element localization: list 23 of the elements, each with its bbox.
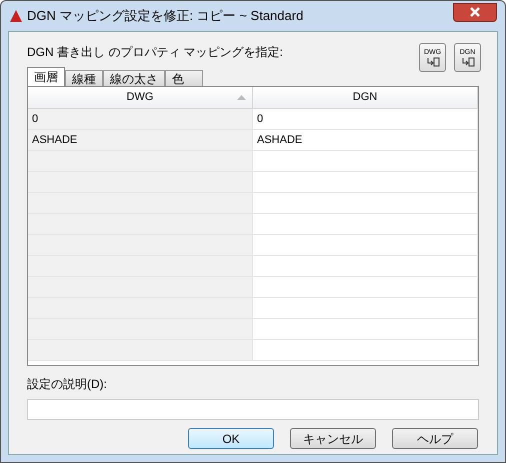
column-header[interactable]: DWG [28, 87, 253, 109]
description-label: 設定の説明(D): [27, 376, 108, 393]
table-cell: ASHADE [253, 130, 478, 151]
app-logo-icon [9, 9, 23, 23]
tab[interactable]: 画層 [27, 67, 65, 86]
table-cell: ASHADE [28, 130, 253, 151]
heading: DGN 書き出し のプロパティ マッピングを指定: [27, 44, 284, 61]
tab[interactable]: 色 [165, 70, 203, 86]
tab[interactable]: 線種 [65, 70, 103, 86]
tab[interactable]: 線の太さ [103, 70, 165, 86]
dialog-button[interactable]: ヘルプ [392, 428, 478, 449]
sort-icon [237, 95, 246, 100]
export-arrow-icon [460, 56, 474, 66]
export-arrow-icon [426, 56, 440, 66]
dialog-button[interactable]: キャンセル [290, 428, 376, 449]
window-title: DGN マッピング設定を修正: コピー ~ Standard [27, 7, 304, 26]
column-header[interactable]: DGN [253, 87, 478, 109]
description-field[interactable] [27, 399, 479, 420]
dialog-button[interactable]: OK [188, 428, 274, 449]
close-button[interactable] [453, 2, 497, 22]
close-icon [469, 7, 481, 17]
table-cell: 0 [28, 109, 253, 130]
table-cell: 0 [253, 109, 478, 130]
